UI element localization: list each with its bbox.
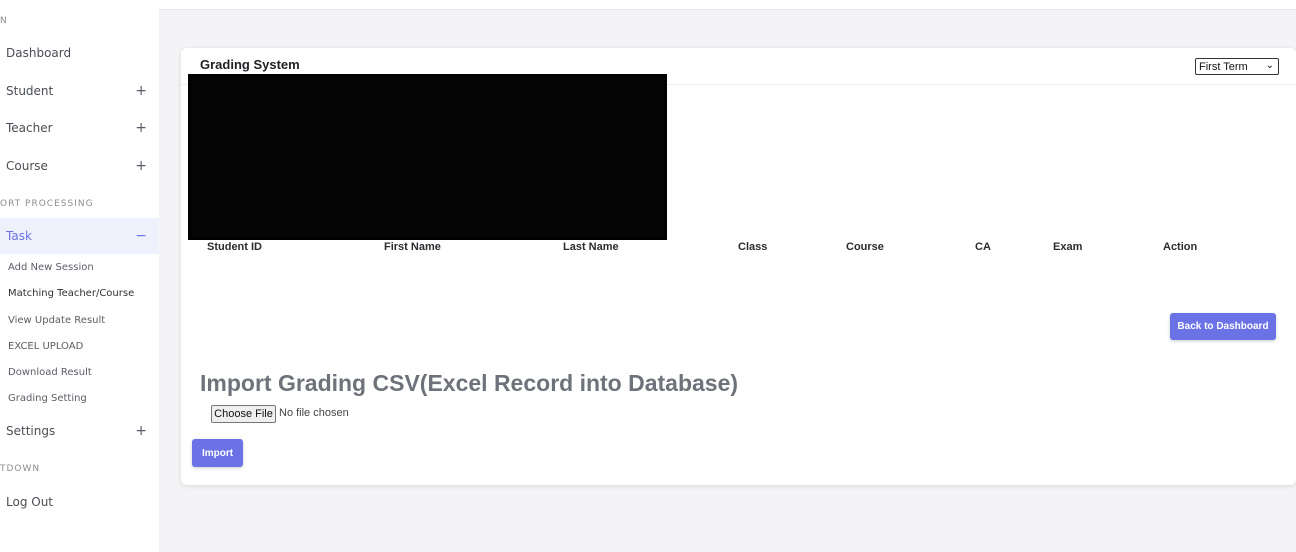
term-select[interactable]: First Term ⌄ bbox=[1195, 58, 1279, 75]
minus-icon[interactable]: − bbox=[135, 228, 147, 244]
sidebar-item-label: Log Out bbox=[6, 495, 54, 509]
subnav-excel-upload[interactable]: EXCEL UPLOAD bbox=[8, 341, 83, 352]
table-header-course: Course bbox=[846, 241, 884, 253]
import-button[interactable]: Import bbox=[192, 439, 243, 467]
plus-icon[interactable]: + bbox=[135, 158, 147, 174]
sidebar-item-course[interactable]: Course + bbox=[0, 148, 159, 184]
table-header-exam: Exam bbox=[1053, 241, 1083, 253]
plus-icon[interactable]: + bbox=[135, 83, 147, 99]
sidebar: N Dashboard Student + Teacher + Course +… bbox=[0, 0, 159, 552]
choose-file-button[interactable]: Choose File bbox=[211, 405, 276, 423]
sidebar-item-student[interactable]: Student + bbox=[0, 73, 159, 109]
sidebar-section-label: TDOWN bbox=[0, 464, 41, 474]
sidebar-item-label: Course bbox=[6, 159, 48, 173]
subnav-view-update-result[interactable]: View Update Result bbox=[8, 315, 105, 326]
sidebar-section-label: ORT PROCESSING bbox=[0, 199, 94, 209]
sidebar-item-label: Task bbox=[6, 229, 32, 243]
back-to-dashboard-button[interactable]: Back to Dashboard bbox=[1170, 313, 1276, 340]
chevron-down-icon: ⌄ bbox=[1265, 60, 1274, 71]
file-status-text: No file chosen bbox=[279, 407, 349, 419]
page-title: Grading System bbox=[200, 57, 300, 72]
sidebar-item-task[interactable]: Task − bbox=[0, 218, 159, 254]
plus-icon[interactable]: + bbox=[135, 120, 147, 136]
sidebar-item-label: Student bbox=[6, 84, 54, 98]
import-title: Import Grading CSV(Excel Record into Dat… bbox=[200, 370, 739, 396]
sidebar-item-logout[interactable]: Log Out bbox=[0, 484, 159, 520]
term-select-value: First Term bbox=[1199, 60, 1248, 73]
subnav-download-result[interactable]: Download Result bbox=[8, 367, 92, 378]
sidebar-item-label: Settings bbox=[6, 424, 56, 438]
table-header-last-name: Last Name bbox=[563, 241, 619, 253]
sidebar-item-label: Dashboard bbox=[6, 46, 72, 60]
grading-card: Grading System First Term ⌄ Student ID F… bbox=[181, 48, 1296, 485]
sidebar-item-settings[interactable]: Settings + bbox=[0, 413, 159, 449]
top-bar bbox=[159, 0, 1296, 10]
subnav-grading-setting[interactable]: Grading Setting bbox=[8, 393, 87, 404]
table-header-action: Action bbox=[1163, 241, 1198, 253]
sidebar-item-teacher[interactable]: Teacher + bbox=[0, 110, 159, 146]
table-header-first-name: First Name bbox=[384, 241, 441, 253]
sidebar-section-label: N bbox=[0, 16, 8, 26]
redacted-block bbox=[188, 74, 667, 240]
sidebar-item-label: Teacher bbox=[6, 121, 53, 135]
table-header-ca: CA bbox=[975, 241, 991, 253]
subnav-matching-teacher-course[interactable]: Matching Teacher/Course bbox=[8, 288, 134, 299]
plus-icon[interactable]: + bbox=[135, 423, 147, 439]
table-header-student-id: Student ID bbox=[207, 241, 262, 253]
table-header-class: Class bbox=[738, 241, 768, 253]
subnav-add-new-session[interactable]: Add New Session bbox=[8, 262, 94, 273]
sidebar-item-dashboard[interactable]: Dashboard bbox=[0, 35, 159, 71]
